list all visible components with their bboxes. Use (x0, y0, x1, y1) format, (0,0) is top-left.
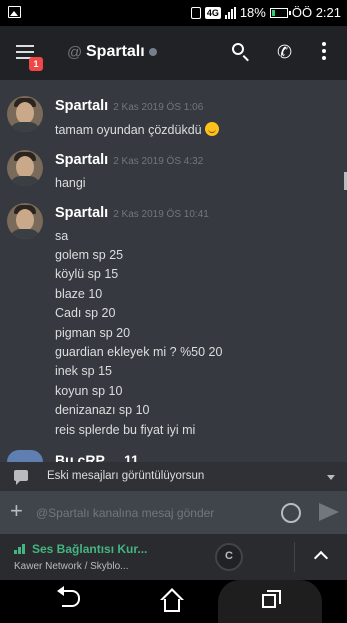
voice-connection-panel[interactable]: Ses Bağlantısı Kur... Kawer Network / Sk… (0, 534, 347, 580)
add-attachment-icon[interactable]: + (10, 500, 23, 522)
channel-title: Spartalı (86, 43, 145, 60)
message-author[interactable]: Spartalı 2 Kas 2019 ÖS 10:41 (55, 205, 209, 221)
offline-status-dot (149, 48, 157, 56)
mention-badge: 1 (29, 57, 43, 71)
back-icon[interactable] (57, 586, 80, 607)
message-text: inek sp 15 (55, 364, 112, 378)
message-text: denizanazı sp 10 (55, 403, 150, 417)
voice-status: Ses Bağlantısı Kur... (32, 542, 148, 556)
status-icons: 4G 18% ÖÖ 2:21 (190, 5, 341, 20)
avatar[interactable] (7, 450, 43, 462)
message-timestamp: 2 Kas 2019 ÖS 4:32 (113, 156, 204, 167)
message-text: pigman sp 20 (55, 326, 131, 340)
voice-channel-name: Kawer Network / Skyblo... (14, 561, 129, 572)
at-icon: @ (67, 44, 83, 61)
avatar[interactable] (7, 203, 43, 239)
recent-apps-icon[interactable] (262, 590, 281, 608)
older-messages-bar[interactable]: Eski mesajları görüntülüyorsun (0, 462, 347, 491)
message-text: hangi (55, 176, 86, 190)
message-text: Cadı sp 20 (55, 306, 116, 320)
message-text: koyun sp 10 (55, 384, 123, 398)
message-timestamp: 2 Kas 2019 ÖS 10:41 (113, 209, 209, 220)
avatar[interactable] (7, 96, 43, 132)
message-text: köylü sp 15 (55, 267, 119, 281)
chevron-up-icon[interactable] (313, 550, 329, 566)
server-icon[interactable] (215, 543, 243, 571)
channel-header: 1 @ Spartalı ✆ (0, 26, 347, 80)
message-author[interactable]: Spartalı 2 Kas 2019 ÖS 1:06 (55, 98, 203, 114)
network-badge: 4G (204, 6, 221, 19)
chat-bubble-icon (14, 470, 28, 485)
navigation-bar (0, 580, 347, 623)
status-bar: 4G 18% ÖÖ 2:21 (0, 0, 347, 26)
send-icon[interactable] (319, 503, 339, 521)
message-text: guardian ekleyek mi ? %50 20 (55, 345, 223, 359)
message-text: blaze 10 (55, 287, 103, 301)
message-composer: + @Spartalı kanalına mesaj gönder (0, 491, 347, 534)
message-author[interactable]: Spartalı 2 Kas 2019 ÖS 4:32 (55, 152, 203, 168)
message-text: golem sp 25 (55, 248, 124, 262)
clock: ÖÖ 2:21 (291, 5, 341, 20)
message-author[interactable]: Bu cRP ... 11 (55, 452, 139, 462)
older-messages-label: Eski mesajları görüntülüyorsun (47, 470, 205, 482)
jump-down-icon[interactable] (327, 475, 335, 480)
home-icon[interactable] (160, 588, 184, 612)
message-text: tamam oyundan çözdükdü (55, 122, 219, 137)
search-icon[interactable] (232, 43, 244, 55)
message-input[interactable]: @Spartalı kanalına mesaj gönder (36, 506, 214, 520)
phone-call-icon[interactable]: ✆ (277, 42, 292, 63)
message-timestamp: 2 Kas 2019 ÖS 1:06 (113, 102, 204, 113)
message-text: sa (55, 229, 69, 243)
signal-strength-icon (14, 544, 25, 554)
message-text: reis splerde bu fiyat iyi mi (55, 423, 196, 437)
vibrate-icon (190, 6, 201, 19)
battery-charging-icon (269, 7, 291, 18)
avatar[interactable] (7, 150, 43, 186)
emoji-picker-icon[interactable] (281, 503, 301, 523)
signal-icon (224, 6, 236, 19)
divider (294, 542, 295, 572)
battery-percent: 18% (239, 5, 266, 20)
smile-emoji-icon (204, 122, 219, 136)
image-notification-icon (8, 6, 21, 18)
more-options-icon[interactable] (322, 42, 326, 63)
